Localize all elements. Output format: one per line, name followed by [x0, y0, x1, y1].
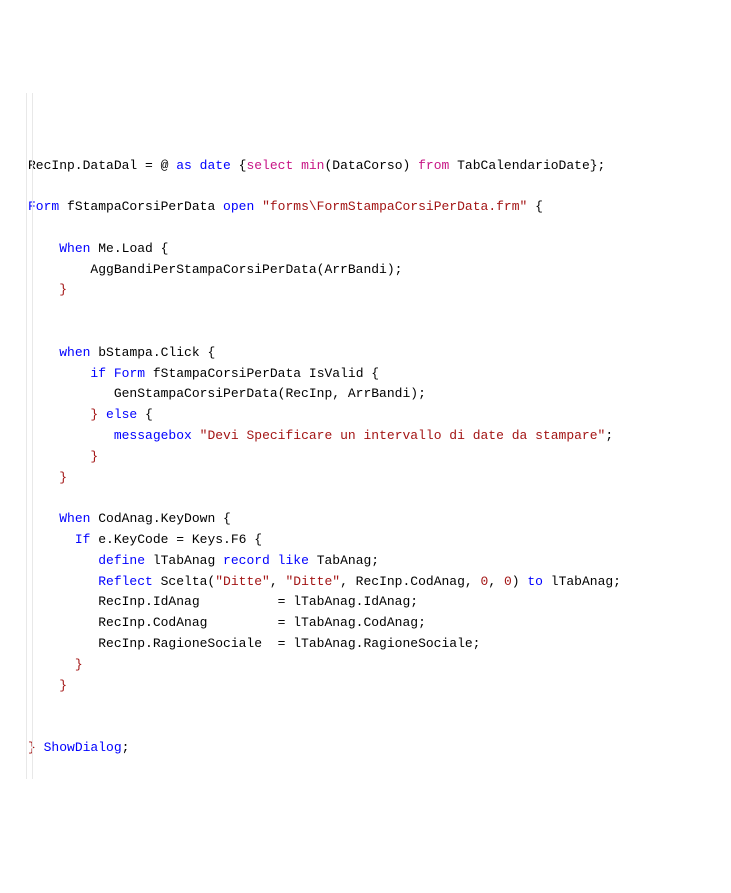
code-line: } — [28, 282, 67, 297]
code-line: when bStampa.Click { — [28, 345, 215, 360]
code-line: messagebox "Devi Specificare un interval… — [28, 428, 613, 443]
code-line: AggBandiPerStampaCorsiPerData(ArrBandi); — [28, 262, 402, 277]
code-line: RecInp.CodAnag = lTabAnag.CodAnag; — [28, 615, 426, 630]
code-line: RecInp.IdAnag = lTabAnag.IdAnag; — [28, 594, 418, 609]
code-line: When CodAnag.KeyDown { — [28, 511, 231, 526]
code-line: Reflect Scelta("Ditte", "Ditte", RecInp.… — [28, 574, 621, 589]
code-line: If e.KeyCode = Keys.F6 { — [28, 532, 262, 547]
fold-guide-2 — [32, 93, 33, 779]
code-line: if Form fStampaCorsiPerData IsValid { — [28, 366, 379, 381]
code-line: Form fStampaCorsiPerData open "forms\For… — [28, 199, 543, 214]
code-line: } ShowDialog; — [28, 740, 129, 755]
code-line: } else { — [28, 407, 153, 422]
code-line: } — [28, 657, 83, 672]
code-line: When Me.Load { — [28, 241, 168, 256]
code-line: } — [28, 678, 67, 693]
code-line: RecInp.DataDal = @ as date {select min(D… — [28, 158, 605, 173]
code-line: } — [28, 449, 98, 464]
code-line: RecInp.RagioneSociale = lTabAnag.Ragione… — [28, 636, 480, 651]
fold-guide-1 — [26, 93, 27, 779]
code-line: } — [28, 470, 67, 485]
code-content: RecInp.DataDal = @ as date {select min(D… — [28, 156, 711, 759]
code-editor: RecInp.DataDal = @ as date {select min(D… — [20, 93, 711, 779]
code-line: define lTabAnag record like TabAnag; — [28, 553, 379, 568]
code-line: GenStampaCorsiPerData(RecInp, ArrBandi); — [28, 386, 426, 401]
